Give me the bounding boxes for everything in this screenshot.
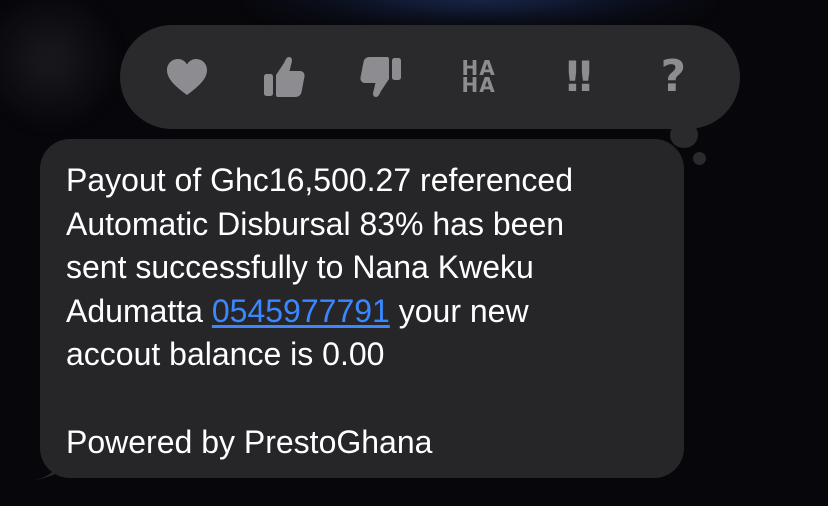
tapback-tail-dot-small bbox=[693, 152, 706, 165]
message-line: Payout of Ghc16,500.27 referenced bbox=[66, 162, 574, 198]
message-text: Adumatta bbox=[66, 292, 212, 329]
message-footer: Powered by PrestoGhana bbox=[66, 423, 433, 460]
double-exclamation-icon: !! bbox=[562, 52, 595, 101]
tapback-tail-dot-large bbox=[670, 122, 698, 148]
haha-line-bottom: HA bbox=[461, 73, 496, 97]
phone-number-link[interactable]: 0545977791 bbox=[212, 293, 390, 329]
message-text: your new bbox=[389, 292, 529, 329]
message-line: sent successfully to Nana Kweku bbox=[66, 249, 534, 286]
message-line: Automatic Disbursal 83% has been bbox=[66, 205, 565, 242]
thumbs-up-reaction-button[interactable] bbox=[254, 47, 314, 107]
heart-reaction-button[interactable] bbox=[157, 47, 217, 107]
question-icon: ? bbox=[660, 51, 687, 102]
haha-icon: HA HA bbox=[461, 58, 496, 97]
emphasize-reaction-button[interactable]: !! bbox=[546, 47, 606, 107]
thumbs-up-icon bbox=[261, 54, 307, 100]
tapback-menu: HA HA !! ? bbox=[120, 25, 740, 129]
haha-reaction-button[interactable]: HA HA bbox=[449, 47, 509, 107]
message-line: Adumatta 0545977791 your new bbox=[66, 290, 660, 334]
background-blur-left bbox=[0, 0, 120, 130]
message-line: accout balance is 0.00 bbox=[66, 336, 385, 373]
question-reaction-button[interactable]: ? bbox=[643, 47, 703, 107]
thumbs-down-icon bbox=[358, 54, 404, 100]
thumbs-down-reaction-button[interactable] bbox=[351, 47, 411, 107]
heart-icon bbox=[165, 57, 209, 97]
message-bubble[interactable]: Payout of Ghc16,500.27 referenced Automa… bbox=[40, 139, 684, 478]
